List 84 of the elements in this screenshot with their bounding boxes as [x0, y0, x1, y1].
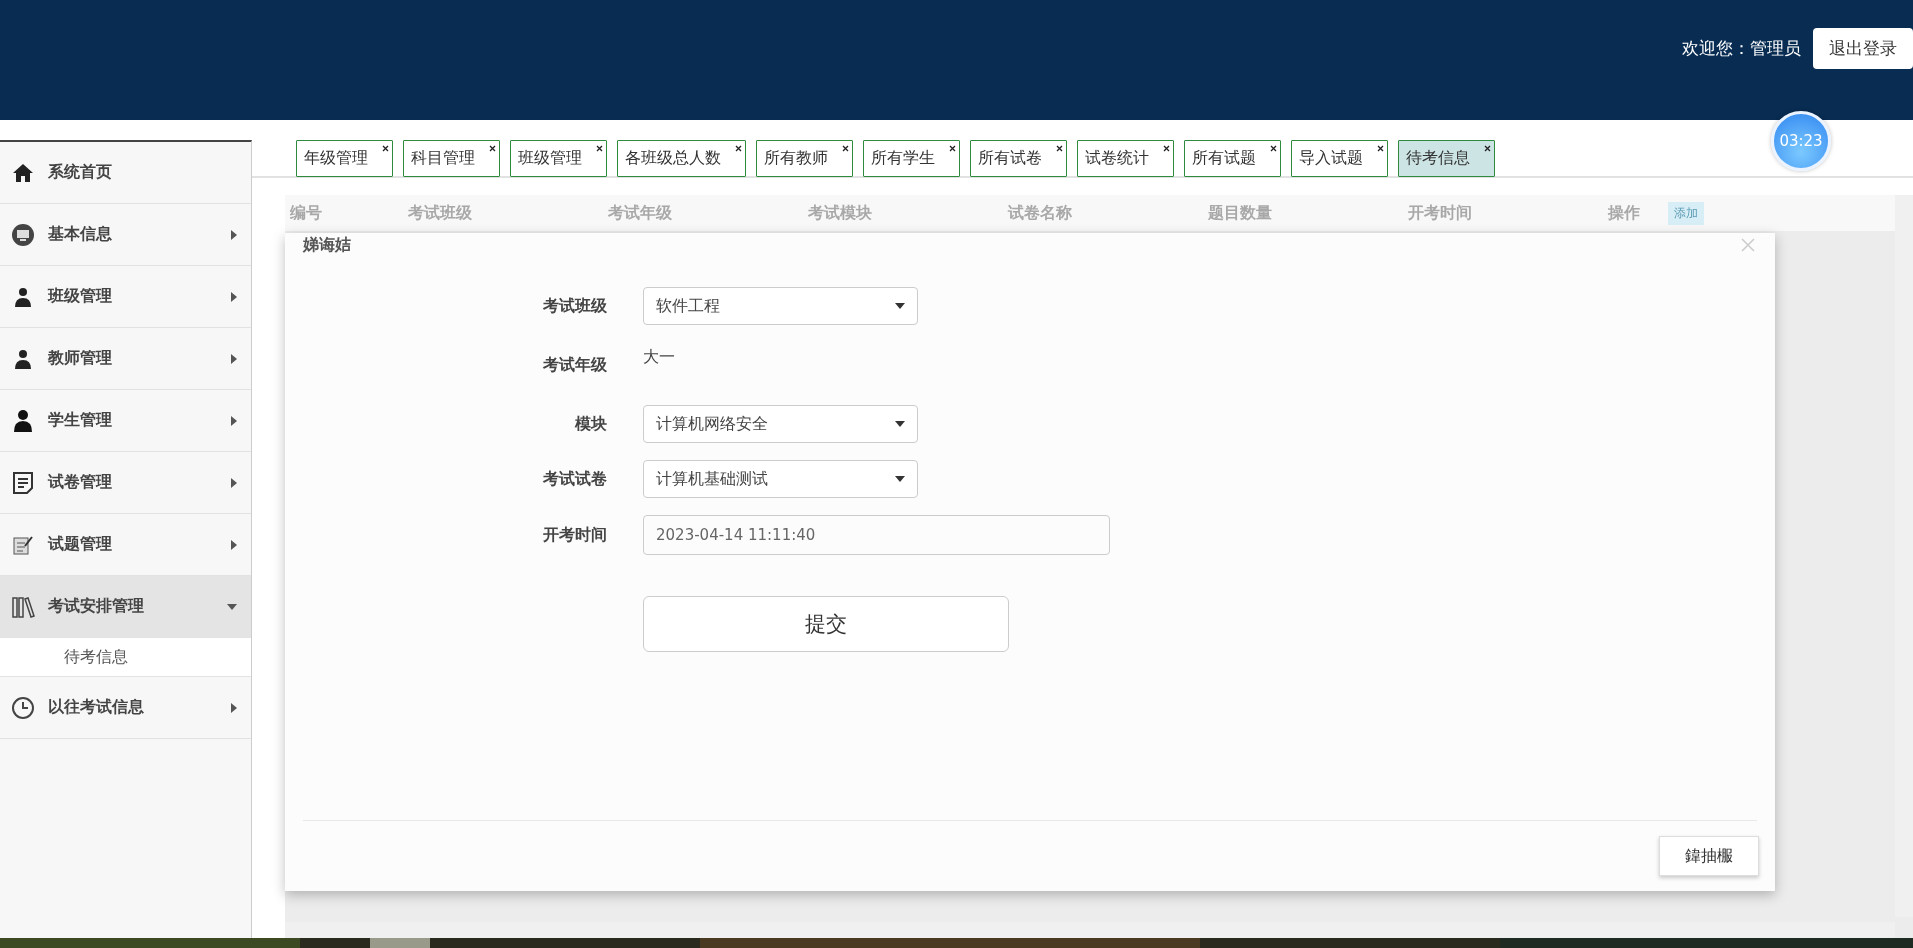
- sidebar-item[interactable]: 考试安排管理: [0, 576, 251, 638]
- caret-right-icon: [231, 415, 237, 426]
- caret-down-icon: [895, 476, 905, 482]
- welcome-text: 欢迎您：管理员: [1682, 37, 1801, 60]
- sidebar-label: 学生管理: [48, 410, 113, 431]
- field-label: 模块: [574, 413, 607, 435]
- tab[interactable]: 年级管理: [296, 140, 393, 177]
- sidebar-label: 考试安排管理: [48, 596, 145, 617]
- clock-icon: [11, 695, 35, 720]
- caret-right-icon: [231, 477, 237, 488]
- close-icon[interactable]: [596, 145, 603, 152]
- horizontal-scrollbar[interactable]: [285, 922, 1895, 938]
- home-icon: [12, 162, 34, 183]
- close-icon[interactable]: [949, 145, 956, 152]
- caret-right-icon: [231, 291, 237, 302]
- tab[interactable]: 所有试卷: [970, 140, 1067, 177]
- submenu-item[interactable]: 待考信息: [0, 638, 251, 677]
- sidebar-label: 系统首页: [48, 162, 113, 183]
- column-header: 考试年级: [608, 202, 673, 224]
- close-icon[interactable]: [382, 145, 389, 152]
- field-label: 考试年级: [542, 354, 607, 376]
- person-icon: [12, 285, 34, 308]
- sidebar-item[interactable]: 基本信息: [0, 204, 251, 266]
- tab[interactable]: 待考信息: [1398, 140, 1495, 177]
- tab[interactable]: 科目管理: [403, 140, 500, 177]
- field-label: 考试试卷: [542, 468, 607, 490]
- sidebar-item[interactable]: 以往考试信息: [0, 677, 251, 739]
- sidebar-label: 以往考试信息: [48, 697, 145, 718]
- submit-button[interactable]: 提交: [643, 596, 1009, 652]
- sidebar-label: 基本信息: [48, 224, 113, 245]
- timer-badge: 03:23: [1771, 111, 1831, 171]
- person-icon: [12, 408, 34, 433]
- column-header: 开考时间: [1408, 202, 1473, 224]
- select-field[interactable]: 计算机基础测试: [643, 460, 918, 498]
- document-icon: [12, 470, 34, 495]
- sidebar-label: 教师管理: [48, 348, 113, 369]
- close-icon[interactable]: [1270, 145, 1277, 152]
- column-header: 操作: [1608, 202, 1641, 224]
- tab[interactable]: 试卷统计: [1077, 140, 1174, 177]
- caret-right-icon: [231, 539, 237, 550]
- column-header: 试卷名称: [1008, 202, 1073, 224]
- close-icon[interactable]: [1377, 145, 1384, 152]
- sidebar-label: 班级管理: [48, 286, 113, 307]
- sidebar-item[interactable]: 班级管理: [0, 266, 251, 328]
- person-icon: [12, 347, 34, 370]
- sidebar-label: 试卷管理: [48, 472, 113, 493]
- column-header: 考试班级: [408, 202, 473, 224]
- close-icon[interactable]: [1484, 145, 1491, 152]
- logout-button[interactable]: 退出登录: [1813, 28, 1913, 69]
- tab[interactable]: 班级管理: [510, 140, 607, 177]
- field-label: 考试班级: [542, 295, 607, 317]
- sidebar-item[interactable]: 学生管理: [0, 390, 251, 452]
- caret-right-icon: [231, 353, 237, 364]
- sidebar-label: 试题管理: [48, 534, 113, 555]
- dialog-title: 娣诲姞: [303, 234, 351, 256]
- select-field[interactable]: 软件工程: [643, 287, 918, 325]
- select-field[interactable]: 计算机网络安全: [643, 405, 918, 443]
- close-icon[interactable]: [842, 145, 849, 152]
- sidebar-item[interactable]: 系统首页: [0, 142, 251, 204]
- field-value: 大一: [643, 346, 676, 368]
- field-label: 开考时间: [542, 524, 607, 546]
- column-header: 考试模块: [808, 202, 873, 224]
- tab[interactable]: 导入试题: [1291, 140, 1388, 177]
- tab[interactable]: 所有试题: [1184, 140, 1281, 177]
- tab[interactable]: 各班级总人数: [617, 140, 746, 177]
- caret-right-icon: [231, 229, 237, 240]
- monitor-icon: [11, 222, 35, 247]
- caret-down-icon: [895, 421, 905, 427]
- caret-down-icon: [895, 303, 905, 309]
- caret-right-icon: [231, 702, 237, 713]
- close-icon[interactable]: [1163, 145, 1170, 152]
- close-icon[interactable]: [735, 145, 742, 152]
- column-header: 编号: [290, 202, 323, 224]
- close-icon[interactable]: [1056, 145, 1063, 152]
- time-input[interactable]: 2023-04-14 11:11:40: [643, 515, 1110, 555]
- tab[interactable]: 所有教师: [756, 140, 853, 177]
- close-icon[interactable]: [489, 145, 496, 152]
- caret-down-icon: [227, 603, 237, 610]
- column-header: 题目数量: [1208, 202, 1273, 224]
- sidebar-item[interactable]: 试卷管理: [0, 452, 251, 514]
- close-button[interactable]: 鍏抽棴: [1659, 836, 1759, 876]
- books-icon: [11, 594, 35, 619]
- tab[interactable]: 所有学生: [863, 140, 960, 177]
- sidebar-item[interactable]: 教师管理: [0, 328, 251, 390]
